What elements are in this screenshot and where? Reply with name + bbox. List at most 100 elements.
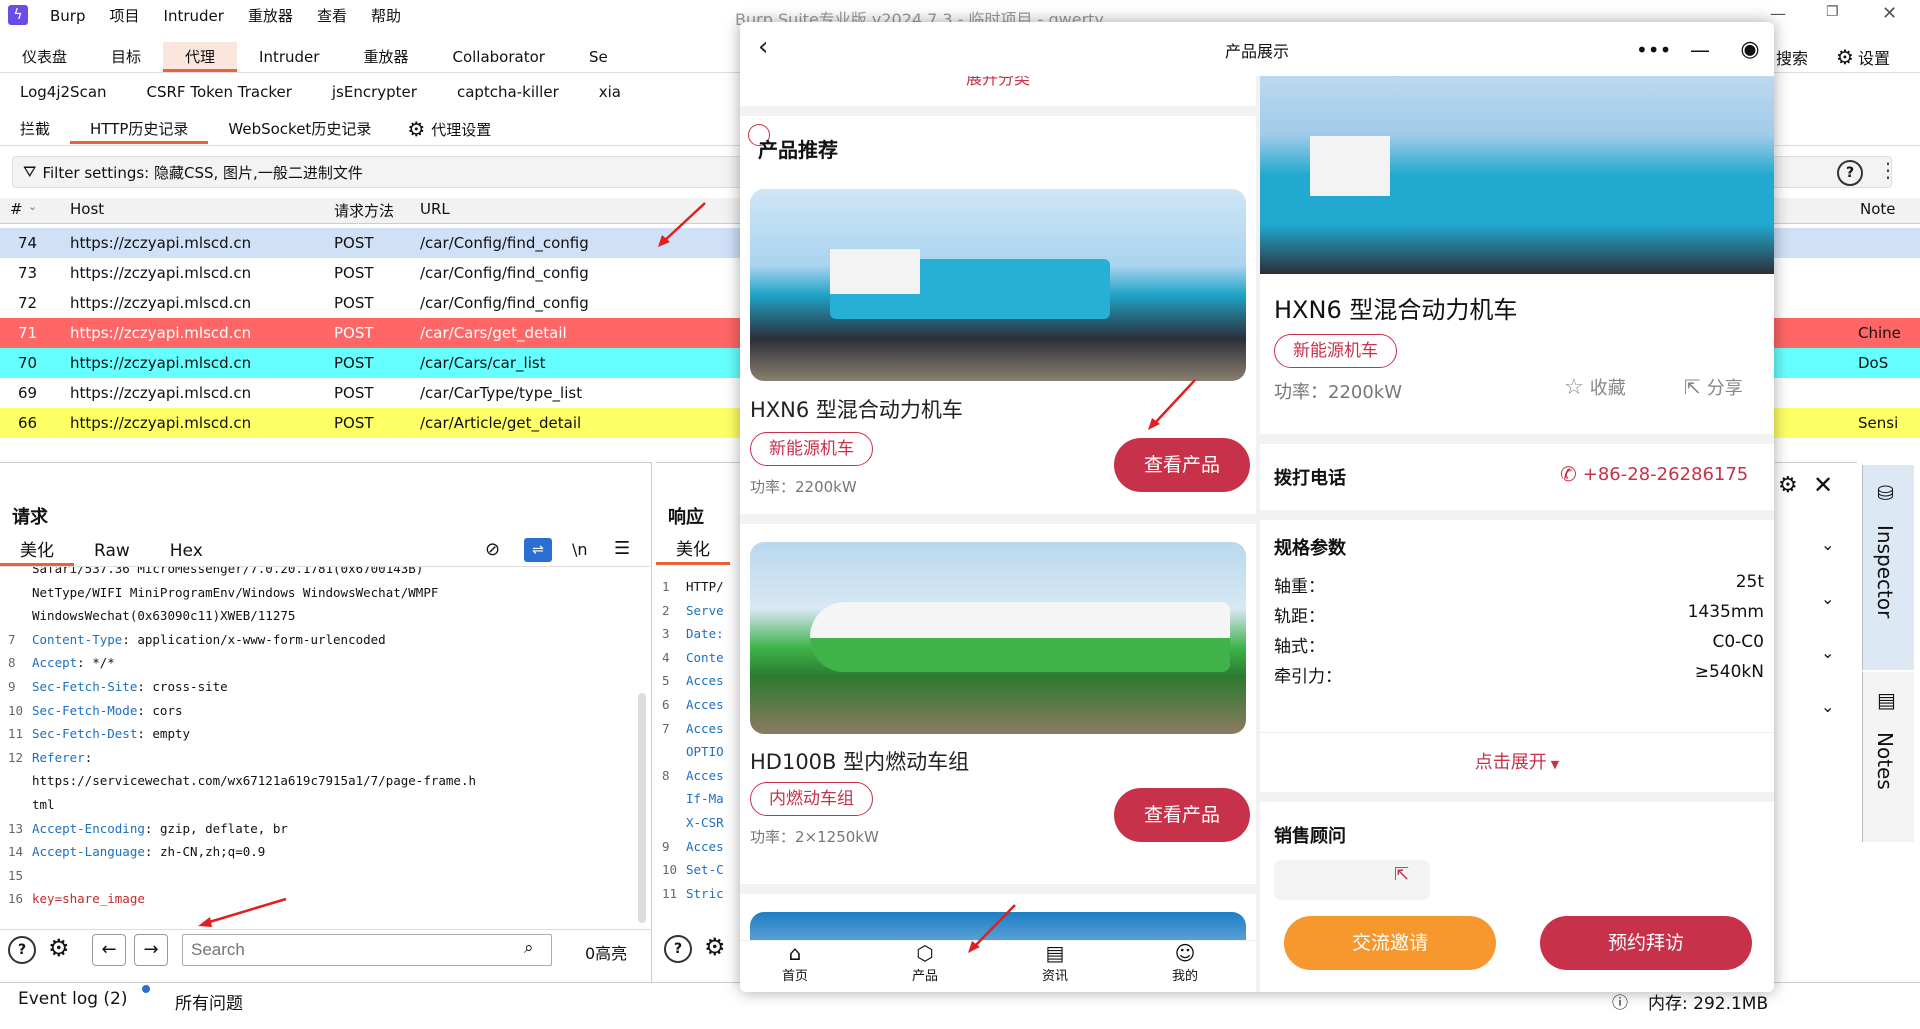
tab-dashboard[interactable]: 仪表盘 <box>0 42 89 72</box>
menu-intruder[interactable]: Intruder <box>164 7 224 25</box>
collapsed-category-link[interactable]: 展开分类 <box>740 76 1256 106</box>
help-icon[interactable]: ? <box>1837 160 1863 186</box>
eye-off-icon[interactable]: ⊘ <box>485 539 500 560</box>
gear-icon[interactable]: ⚙ <box>48 934 70 962</box>
close-icon[interactable]: ✕ <box>1882 3 1897 24</box>
menu-burp[interactable]: Burp <box>50 7 86 25</box>
chevron-down-icon[interactable]: ⌄ <box>1821 643 1834 662</box>
exchange-invite-button[interactable]: 交流邀请 <box>1284 916 1496 970</box>
view-product-button[interactable]: 查看产品 <box>1114 788 1250 842</box>
request-scrollbar[interactable] <box>638 693 646 923</box>
col-method[interactable]: 请求方法 <box>334 200 394 221</box>
sort-chevron-icon[interactable]: ⌄ <box>28 200 37 213</box>
gear-icon[interactable]: ⚙ <box>704 933 726 961</box>
tab-sequencer[interactable]: Se <box>567 42 630 72</box>
minimize-icon[interactable]: — <box>1770 4 1786 23</box>
help-icon[interactable]: ? <box>8 936 36 964</box>
tab-log4j2scan[interactable]: Log4j2Scan <box>0 77 127 107</box>
book-visit-button[interactable]: 预约拜访 <box>1540 916 1752 970</box>
tab-jsencrypter[interactable]: jsEncrypter <box>312 77 437 107</box>
mini-program-window: ‹ 产品展示 ••• — ◉ 展开分类 产品推荐 HXN6 型混合动力机车 新能… <box>740 22 1774 992</box>
search-button[interactable]: 搜索 <box>1776 45 1808 69</box>
tab-repeater[interactable]: 重放器 <box>341 42 430 72</box>
record-icon[interactable]: ◉ <box>1736 34 1764 66</box>
more-dots-icon[interactable]: ••• <box>1636 34 1671 66</box>
menu-help[interactable]: 帮助 <box>371 5 401 26</box>
chevron-down-icon[interactable]: ⌄ <box>1821 589 1834 608</box>
header-value: : cross-site <box>137 678 228 694</box>
row-note: DoS <box>1858 354 1889 372</box>
forward-arrow-icon[interactable]: → <box>134 934 168 966</box>
tab-http-history[interactable]: HTTP历史记录 <box>70 114 209 144</box>
menu-icon[interactable]: ☰ <box>614 538 630 559</box>
tab-xia[interactable]: xia <box>579 77 641 107</box>
nav-home[interactable]: ⌂ 首页 <box>740 941 860 984</box>
spec-key: 轴重： <box>1274 577 1325 597</box>
col-number[interactable]: # <box>10 200 23 218</box>
tab-collaborator[interactable]: Collaborator <box>430 42 566 72</box>
favorite-button[interactable]: ☆ 收藏 <box>1564 374 1626 400</box>
detail-image[interactable] <box>1260 76 1774 274</box>
share-button[interactable]: ⇱ 分享 <box>1684 374 1743 400</box>
menu-view[interactable]: 查看 <box>317 5 347 26</box>
tab-intruder[interactable]: Intruder <box>237 42 341 72</box>
expand-specs-button[interactable]: 点击展开 ▼ <box>1260 732 1774 792</box>
response-editor[interactable]: 1 HTTP/2 Serve 3 Date: 4 Conte 5 Acces 6 Acces 7 Acc… <box>662 575 752 925</box>
tab-proxy[interactable]: 代理 <box>163 41 238 72</box>
settings-button[interactable]: ⚙ 设置 <box>1836 45 1890 69</box>
notes-side-tab[interactable]: ▤ Notes <box>1862 672 1914 842</box>
tab-intercept[interactable]: 拦截 <box>0 114 70 144</box>
phone-card: 拨打电话 ✆ +86-28-26286175 <box>1260 444 1774 510</box>
col-host[interactable]: Host <box>70 200 104 218</box>
close-icon[interactable]: ✕ <box>1813 471 1833 499</box>
more-options-icon[interactable]: ⋮ <box>1878 158 1898 182</box>
tab-websocket-history[interactable]: WebSocket历史记录 <box>208 114 391 144</box>
row-method: POST <box>334 294 374 312</box>
all-issues[interactable]: 所有问题 <box>175 989 243 1014</box>
restore-icon[interactable]: ❐ <box>1826 4 1839 20</box>
newline-icon[interactable]: \n <box>572 540 588 559</box>
filter-text: Filter settings: 隐藏CSS, 图片,一般二进制文件 <box>42 163 363 182</box>
col-url[interactable]: URL <box>420 200 450 218</box>
minimize-icon[interactable]: — <box>1686 34 1714 66</box>
tab-pretty[interactable]: 美化 <box>0 536 74 566</box>
event-log[interactable]: Event log (2) <box>18 989 128 1009</box>
proxy-settings-button[interactable]: ⚙ 代理设置 <box>407 117 491 141</box>
menu-project[interactable]: 项目 <box>110 5 140 26</box>
response-line-text: Acces <box>686 767 724 783</box>
chevron-down-icon[interactable]: ⌄ <box>1821 697 1834 716</box>
menu-repeater[interactable]: 重放器 <box>248 5 293 26</box>
product-tag[interactable]: 内燃动车组 <box>750 782 873 816</box>
product-image[interactable] <box>750 189 1246 381</box>
detail-product-tag[interactable]: 新能源机车 <box>1274 334 1397 368</box>
gear-icon[interactable]: ⚙ <box>1778 473 1798 498</box>
tab-raw[interactable]: Raw <box>74 536 150 566</box>
nav-profile[interactable]: ☺ 我的 <box>1120 941 1250 984</box>
product-image[interactable] <box>750 542 1246 734</box>
response-line-text: OPTIO <box>686 744 724 760</box>
annotation-arrow <box>198 897 287 927</box>
code-line: 15 <box>8 864 633 888</box>
advisor-thumbnail[interactable]: ⇱ <box>1274 860 1430 900</box>
product-tag[interactable]: 新能源机车 <box>750 432 873 466</box>
tab-response-pretty[interactable]: 美化 <box>656 535 730 565</box>
view-product-button[interactable]: 查看产品 <box>1114 438 1250 492</box>
help-icon[interactable]: ? <box>664 935 692 963</box>
phone-number-link[interactable]: ✆ +86-28-26286175 <box>1560 462 1748 486</box>
request-editor[interactable]: Safari/537.36 MicroMessenger/7.0.20.1781… <box>8 567 633 927</box>
tab-csrf-token-tracker[interactable]: CSRF Token Tracker <box>127 77 312 107</box>
chevron-down-icon[interactable]: ⌄ <box>1821 535 1834 554</box>
search-input[interactable] <box>182 934 552 966</box>
response-title: 响应 <box>668 507 704 528</box>
col-note[interactable]: Note <box>1860 200 1896 218</box>
phone-label: 拨打电话 <box>1274 468 1346 489</box>
tab-captcha-killer[interactable]: captcha-killer <box>437 77 579 107</box>
tab-target[interactable]: 目标 <box>89 42 163 72</box>
wrap-lines-icon[interactable]: ⇌ <box>524 538 552 562</box>
tab-hex[interactable]: Hex <box>150 536 223 566</box>
inspector-side-tab[interactable]: ⛁ Inspector <box>1862 465 1914 670</box>
code-line: 8 Acces <box>662 764 752 788</box>
code-line: 10 Set-C <box>662 858 752 882</box>
header-value: : <box>84 749 93 765</box>
back-arrow-icon[interactable]: ← <box>92 934 126 966</box>
